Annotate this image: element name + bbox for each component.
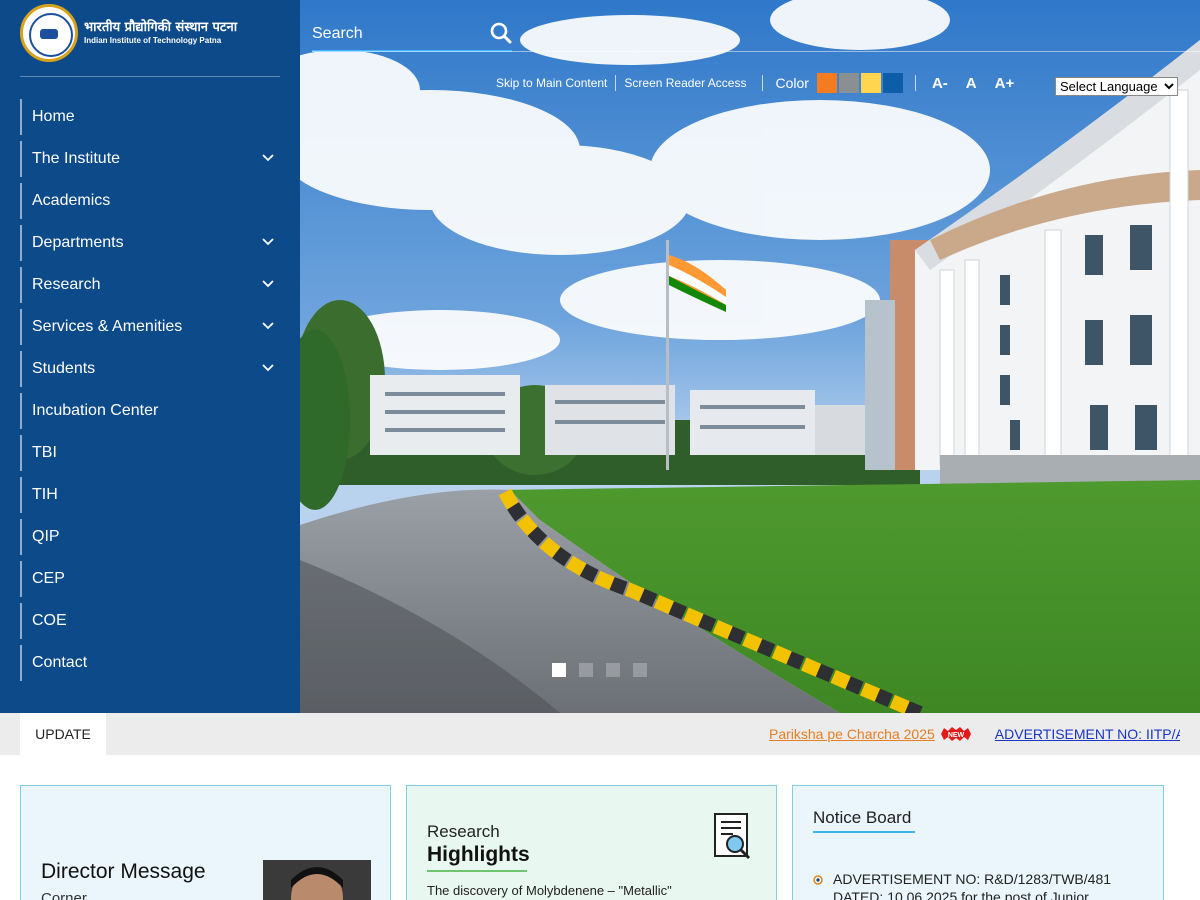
- search-icon[interactable]: [490, 22, 512, 44]
- sidebar-item-label: Students: [32, 360, 96, 377]
- research-card-text: The discovery of Molybdenene – "Metallic…: [427, 883, 672, 898]
- chevron-down-icon[interactable]: [262, 280, 274, 290]
- director-message-card[interactable]: Director Message Corner: [20, 785, 391, 900]
- sidebar-item-label: Services & Amenities: [32, 318, 183, 335]
- color-swatch-yellow[interactable]: [860, 73, 881, 93]
- director-photo: [263, 860, 371, 900]
- language-select[interactable]: Select Language: [1055, 77, 1178, 96]
- font-decrease-button[interactable]: A-: [932, 75, 948, 92]
- title-underline: [813, 831, 915, 833]
- sidebar-item-label: COE: [32, 612, 67, 629]
- sidebar-item-contact[interactable]: Contact: [20, 645, 280, 681]
- sidebar-item-label: QIP: [32, 528, 60, 545]
- font-increase-button[interactable]: A+: [995, 75, 1015, 92]
- font-normal-button[interactable]: A: [966, 75, 977, 92]
- director-card-title: Director Message: [41, 860, 206, 883]
- research-card-title: Highlights: [427, 843, 530, 866]
- sidebar-item-coe[interactable]: COE: [20, 603, 280, 639]
- slider-dot[interactable]: [633, 663, 647, 677]
- sidebar-item-label: Incubation Center: [32, 402, 159, 419]
- sidebar-item-label: The Institute: [32, 150, 121, 167]
- bullet-icon: [813, 875, 823, 885]
- sidebar-item-students[interactable]: Students: [20, 351, 280, 387]
- header-divider: [312, 51, 1200, 52]
- notice-board-title: Notice Board: [813, 808, 912, 827]
- sidebar-item-tbi[interactable]: TBI: [20, 435, 280, 471]
- sidebar-item-cep[interactable]: CEP: [20, 561, 280, 597]
- sidebar-item-label: Home: [32, 108, 75, 125]
- sidebar-item-home[interactable]: Home: [20, 99, 280, 135]
- color-swatch-blue[interactable]: [882, 73, 903, 93]
- sidebar-item-label: CEP: [32, 570, 65, 587]
- logo-text: भारतीय प्रौद्योगिकी संस्थान पटना Indian …: [84, 19, 237, 47]
- sidebar: भारतीय प्रौद्योगिकी संस्थान पटना Indian …: [0, 0, 300, 713]
- sidebar-item-services-and-amenities[interactable]: Services & Amenities: [20, 309, 280, 345]
- notice-board-card: Notice Board ADVERTISEMENT NO: R&D/1283/…: [792, 785, 1164, 900]
- sidebar-item-academics[interactable]: Academics: [20, 183, 280, 219]
- update-ticker: Pariksha pe Charcha 2025 NEW ADVERTISEME…: [769, 713, 1180, 755]
- document-search-icon: [714, 813, 751, 860]
- slider-pagination: [552, 663, 660, 677]
- sidebar-item-label: Contact: [32, 654, 88, 671]
- slider-dot[interactable]: [552, 663, 566, 677]
- search-input[interactable]: [312, 25, 482, 43]
- hero-slider-image: [300, 0, 1200, 713]
- color-swatch-orange[interactable]: [816, 73, 837, 93]
- director-card-subtitle: Corner: [41, 890, 87, 900]
- title-underline: [427, 870, 527, 872]
- sidebar-item-the-institute[interactable]: The Institute: [20, 141, 280, 177]
- research-card-kicker: Research: [427, 822, 500, 841]
- chevron-down-icon[interactable]: [262, 364, 274, 374]
- screen-reader-access-link[interactable]: Screen Reader Access: [616, 76, 754, 90]
- sidebar-item-label: Departments: [32, 234, 124, 251]
- sidebar-item-departments[interactable]: Departments: [20, 225, 280, 261]
- iit-patna-emblem-icon: [20, 4, 78, 62]
- main-navigation: Home The Institute Academics Departments Res…: [20, 99, 280, 687]
- update-tag: UPDATE: [20, 713, 106, 755]
- ticker-link-pariksha[interactable]: Pariksha pe Charcha 2025: [769, 726, 935, 742]
- sidebar-item-label: Academics: [32, 192, 111, 209]
- sidebar-item-label: TBI: [32, 444, 57, 461]
- accessibility-toolbar: Skip to Main Content Screen Reader Acces…: [488, 72, 1014, 94]
- logo-english-name: Indian Institute of Technology Patna: [84, 36, 222, 46]
- skip-to-main-content-link[interactable]: Skip to Main Content: [488, 76, 615, 90]
- chevron-down-icon[interactable]: [262, 238, 274, 248]
- search-bar: [312, 18, 512, 52]
- sidebar-item-qip[interactable]: QIP: [20, 519, 280, 555]
- sidebar-item-label: Research: [32, 276, 101, 293]
- ticker-link-advertisement[interactable]: ADVERTISEMENT NO: IITP/A: [995, 726, 1180, 742]
- chevron-down-icon[interactable]: [262, 322, 274, 332]
- logo-hindi-name: भारतीय प्रौद्योगिकी संस्थान पटना: [84, 19, 238, 35]
- sidebar-item-label: TIH: [32, 486, 58, 503]
- new-badge-icon: NEW: [940, 727, 971, 741]
- institute-logo[interactable]: भारतीय प्रौद्योगिकी संस्थान पटना Indian …: [20, 4, 280, 62]
- research-highlights-card[interactable]: Research Highlights The discovery of Mol…: [406, 785, 777, 900]
- color-swatch-grey[interactable]: [838, 73, 859, 93]
- separator: [762, 75, 764, 91]
- color-label: Color: [775, 75, 809, 91]
- chevron-down-icon[interactable]: [262, 154, 274, 164]
- notice-item[interactable]: ADVERTISEMENT NO: R&D/1283/TWB/481 DATED…: [833, 870, 1133, 900]
- separator: [914, 75, 916, 91]
- divider: [20, 76, 280, 77]
- sidebar-item-research[interactable]: Research: [20, 267, 280, 303]
- campus-photo: [300, 0, 1200, 713]
- new-badge-text: NEW: [948, 732, 965, 739]
- slider-dot[interactable]: [579, 663, 593, 677]
- slider-dot[interactable]: [606, 663, 620, 677]
- sidebar-item-tih[interactable]: TIH: [20, 477, 280, 513]
- sidebar-item-incubation-center[interactable]: Incubation Center: [20, 393, 280, 429]
